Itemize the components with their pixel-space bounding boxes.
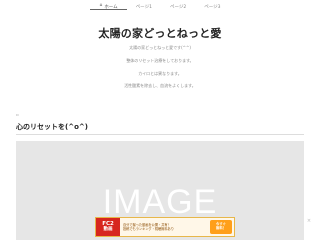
nav-item-page1[interactable]: ページ1 [127, 0, 161, 10]
site-title[interactable]: 太陽の家どっとねっと愛 [0, 25, 320, 41]
nav-item-label: ホーム [104, 5, 118, 10]
close-icon[interactable]: × [306, 218, 312, 224]
document-icon: ▫ [16, 112, 19, 117]
page: ⌂ ホーム ページ1 ページ2 ページ3 太陽の家どっとねっと愛 太陽の家どっと… [0, 0, 320, 240]
nav-item-page3[interactable]: ページ3 [195, 0, 229, 10]
section-heading: 心のリセットを(^o^) [16, 123, 88, 131]
nav-item-label: ページ2 [169, 5, 187, 10]
tagline: 活性酸素を除去し、血流をよくします。 [124, 83, 196, 88]
ad-banner[interactable]: FC2 動画 自分で撮った動画を公開・共有！ 投稿でもランキング・視聴無料あり … [95, 217, 235, 237]
ad-logo-bottom: 動画 [103, 226, 113, 232]
ad-cta-line: 無料！ [216, 226, 226, 230]
home-icon: ⌂ [99, 3, 103, 8]
tagline: 太陽の家どっとねっと愛です(^^) [129, 45, 191, 50]
section-divider [16, 134, 304, 135]
tagline: カイロとは異なります。 [138, 71, 182, 76]
ad-cta-button[interactable]: 今すぐ 無料！ [210, 220, 232, 234]
ad-logo: FC2 動画 [96, 218, 120, 236]
nav-item-label: ページ3 [204, 5, 221, 10]
tagline: 整体のリセット治療をしております。 [126, 58, 194, 63]
top-navigation: ⌂ ホーム ページ1 ページ2 ページ3 [0, 0, 320, 14]
ad-line: 投稿でもランキング・視聴無料あり [123, 227, 174, 231]
nav-item-page2[interactable]: ページ2 [161, 0, 195, 10]
nav-item-label: ページ1 [135, 5, 152, 10]
ad-text: 自分で撮った動画を公開・共有！ 投稿でもランキング・視聴無料あり [120, 223, 210, 231]
nav-item-home[interactable]: ⌂ ホーム [90, 0, 127, 10]
